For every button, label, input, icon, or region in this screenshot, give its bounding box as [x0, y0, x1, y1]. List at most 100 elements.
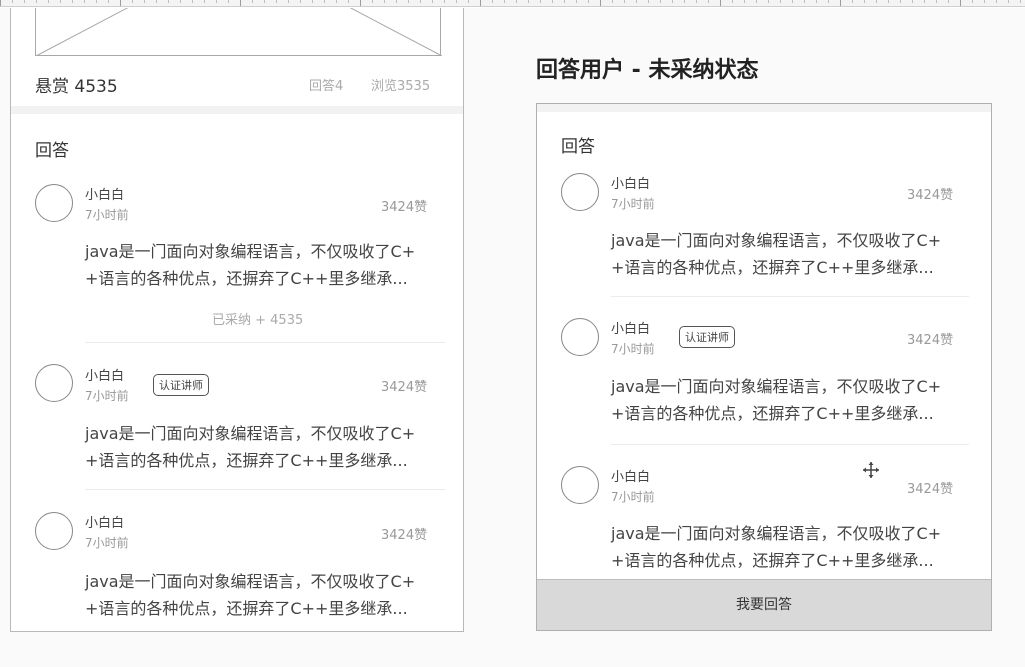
ruler-tick: [972, 0, 973, 3]
ruler-tick: [396, 0, 397, 3]
ruler-tick: [912, 0, 913, 3]
avatar[interactable]: [35, 364, 73, 402]
like-count[interactable]: 3424赞: [381, 524, 427, 543]
ruler-tick: [1020, 0, 1021, 3]
ruler-tick: [360, 0, 361, 6]
ruler-tick: [852, 0, 853, 3]
like-count[interactable]: 3424赞: [381, 196, 427, 215]
like-count[interactable]: 3424赞: [907, 329, 953, 348]
ruler-tick: [432, 0, 433, 3]
like-count[interactable]: 3424赞: [907, 184, 953, 203]
ruler-tick: [552, 0, 553, 3]
ruler-tick: [384, 0, 385, 3]
answer-text-line: java是一门面向对象编程语言，不仅吸收了C+: [611, 231, 942, 250]
ruler-tick: [948, 0, 949, 3]
like-count[interactable]: 3424赞: [381, 376, 427, 395]
ruler-tick: [516, 0, 517, 3]
ruler-tick: [96, 0, 97, 3]
ruler-tick: [480, 0, 481, 6]
ruler-tick: [732, 0, 733, 3]
ruler-tick: [540, 0, 541, 3]
ruler-tick: [780, 0, 781, 3]
answer-time: 7小时前: [85, 536, 129, 550]
like-count[interactable]: 3424赞: [907, 478, 953, 497]
ruler-tick: [48, 0, 49, 3]
section-divider: [537, 104, 991, 112]
answers-section-title: 回答: [561, 137, 595, 157]
user-name[interactable]: 小白白: [611, 173, 650, 192]
ruler-tick: [804, 0, 805, 3]
ruler-tick: [624, 0, 625, 3]
ruler-tick: [672, 0, 673, 3]
ruler-tick: [132, 0, 133, 3]
answer-text[interactable]: java是一门面向对象编程语言，不仅吸收了C+ +语言的各种优点，还摒弃了C++…: [611, 520, 971, 574]
user-name[interactable]: 小白白: [611, 318, 650, 337]
answers-section-title: 回答: [35, 141, 69, 161]
answer-text[interactable]: java是一门面向对象编程语言，不仅吸收了C+ +语言的各种优点，还摒弃了C++…: [611, 227, 971, 281]
answer-text-line: java是一门面向对象编程语言，不仅吸收了C+: [85, 572, 416, 591]
ruler-tick: [24, 0, 25, 3]
ruler-tick: [420, 0, 421, 3]
avatar[interactable]: [35, 512, 73, 550]
user-name[interactable]: 小白白: [85, 365, 124, 384]
ruler-tick: [792, 0, 793, 3]
answer-text-line: java是一门面向对象编程语言，不仅吸收了C+: [611, 524, 942, 543]
avatar[interactable]: [561, 466, 599, 504]
ruler-tick: [588, 0, 589, 3]
ruler-tick: [708, 0, 709, 3]
user-name[interactable]: 小白白: [85, 184, 124, 203]
avatar[interactable]: [561, 173, 599, 211]
ruler-tick: [756, 0, 757, 3]
ruler-tick: [168, 0, 169, 3]
ruler-tick: [300, 0, 301, 3]
answer-time: 7小时前: [611, 197, 655, 211]
answer-text[interactable]: java是一门面向对象编程语言，不仅吸收了C+ +语言的各种优点，还摒弃了C++…: [611, 373, 971, 427]
answer-text[interactable]: java是一门面向对象编程语言，不仅吸收了C+ +语言的各种优点，还摒弃了C++…: [85, 420, 445, 474]
ruler-tick: [888, 0, 889, 3]
ruler-tick: [612, 0, 613, 3]
views-count: 浏览3535: [371, 79, 431, 94]
ruler-tick: [576, 0, 577, 3]
ruler-tick: [684, 0, 685, 3]
bounty-amount: 悬赏 4535: [35, 77, 118, 97]
image-placeholder-cross: [36, 8, 442, 56]
ruler-tick: [240, 0, 241, 6]
avatar[interactable]: [561, 318, 599, 356]
ruler-tick: [456, 0, 457, 3]
ruler-tick: [468, 0, 469, 3]
divider: [85, 489, 445, 490]
answer-text-line: java是一门面向对象编程语言，不仅吸收了C+: [611, 377, 942, 396]
ruler-tick: [204, 0, 205, 3]
ruler-tick: [108, 0, 109, 3]
move-cursor-icon: [863, 462, 879, 478]
section-divider: [11, 106, 463, 114]
ruler-tick: [960, 0, 961, 6]
ruler-tick: [528, 0, 529, 3]
answer-text-line: +语言的各种优点，还摒弃了C++里多继承...: [85, 451, 408, 470]
ruler-tick: [0, 0, 1, 6]
question-detail-frame: 悬赏 4535 回答4 浏览3535 回答 小白白 7小时前 3424赞 jav…: [10, 8, 464, 632]
answer-text-line: +语言的各种优点，还摒弃了C++里多继承...: [611, 258, 934, 277]
page-title: 回答用户 - 未采纳状态: [536, 58, 759, 83]
answer-time: 7小时前: [611, 342, 655, 356]
ruler-tick: [216, 0, 217, 3]
certified-lecturer-badge: 认证讲师: [153, 374, 209, 396]
ruler-tick: [336, 0, 337, 3]
reply-button[interactable]: 我要回答: [537, 579, 991, 630]
ruler-tick: [744, 0, 745, 3]
avatar[interactable]: [35, 184, 73, 222]
ruler-tick: [696, 0, 697, 3]
ruler-tick: [444, 0, 445, 3]
ruler-tick: [768, 0, 769, 3]
answer-text[interactable]: java是一门面向对象编程语言，不仅吸收了C+ +语言的各种优点，还摒弃了C++…: [85, 568, 445, 622]
divider: [85, 342, 445, 343]
ruler-tick: [564, 0, 565, 3]
ruler-tick: [492, 0, 493, 3]
user-name[interactable]: 小白白: [85, 512, 124, 531]
ruler-tick: [504, 0, 505, 3]
ruler-tick: [324, 0, 325, 3]
answer-text[interactable]: java是一门面向对象编程语言，不仅吸收了C+ +语言的各种优点，还摒弃了C++…: [85, 238, 445, 292]
user-name[interactable]: 小白白: [611, 466, 650, 485]
ruler-tick: [252, 0, 253, 3]
divider: [611, 296, 969, 297]
